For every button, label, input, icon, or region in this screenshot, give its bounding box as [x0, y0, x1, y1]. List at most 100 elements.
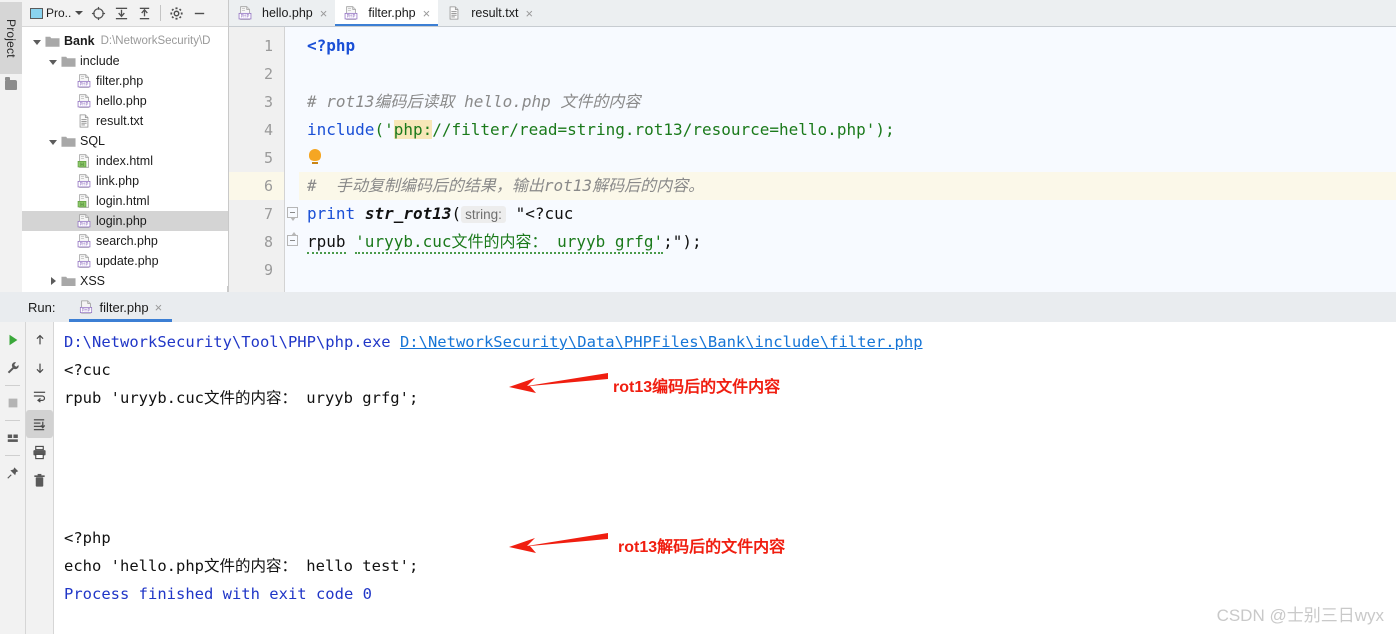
scroll-to-end-button[interactable] — [26, 410, 53, 438]
project-tool-tab[interactable]: Project — [0, 2, 22, 74]
settings-gear-icon[interactable] — [166, 3, 187, 24]
paren-close: ); — [875, 120, 895, 139]
twisty-expanded-icon[interactable] — [48, 56, 59, 67]
tree-item-sql[interactable]: SQL — [22, 131, 228, 151]
console-line-blank-4 — [64, 496, 1396, 524]
fold-marker-close[interactable] — [287, 232, 298, 246]
soft-wrap-button[interactable] — [26, 382, 53, 410]
tree-item-update-php[interactable]: PHP update.php — [22, 251, 228, 271]
line-number-3: 3 — [263, 93, 273, 111]
editor-tab-filter-php[interactable]: PHP filter.php × — [335, 0, 439, 26]
hide-panel-icon[interactable] — [189, 3, 210, 24]
edit-configurations-button[interactable] — [0, 354, 25, 382]
twisty-expanded-icon[interactable] — [32, 36, 43, 47]
code-line-4: include('php://filter/read=string.rot13/… — [299, 116, 1396, 144]
project-toolbar: Pro.. — [22, 0, 228, 27]
close-icon[interactable]: × — [155, 300, 163, 315]
php-file-icon: PHP — [344, 6, 359, 20]
svg-text:PHP: PHP — [80, 222, 89, 228]
console-line-command: D:\NetworkSecurity\Tool\PHP\php.exe D:\N… — [64, 328, 1396, 356]
code-text[interactable]: <?php # rot13编码后读取 hello.php 文件的内容 inclu… — [299, 27, 1396, 292]
fold-marker-open[interactable] — [287, 207, 298, 221]
console-file-link[interactable]: D:\NetworkSecurity\Data\PHPFiles\Bank\in… — [400, 333, 923, 351]
close-icon[interactable]: × — [423, 6, 431, 21]
run-tab-filter-php[interactable]: PHP filter.php × — [69, 292, 172, 322]
folder-icon — [45, 34, 60, 48]
project-tool-tab-label: Project — [4, 18, 18, 58]
code-line-1: <?php — [299, 32, 1396, 60]
console-line-6: Process finished with exit code 0 — [64, 585, 372, 603]
editor-tab-result-txt[interactable]: result.txt × — [438, 0, 541, 26]
print-button[interactable] — [26, 438, 53, 466]
svg-text:PHP: PHP — [80, 262, 89, 268]
editor-tab-hello-php[interactable]: PHP hello.php × — [229, 0, 335, 26]
twisty-expanded-icon[interactable] — [48, 136, 59, 147]
lightbulb-icon[interactable] — [309, 149, 321, 164]
close-icon[interactable]: × — [320, 6, 328, 21]
tree-item-link-php[interactable]: PHP link.php — [22, 171, 228, 191]
folder-icon — [5, 77, 17, 90]
line8-word: rpub — [307, 232, 346, 254]
php-file-icon: PHP — [80, 300, 93, 314]
php-scheme-highlight: php: — [393, 120, 433, 139]
run-header: Run: PHP filter.php × — [0, 292, 1396, 322]
console-output[interactable]: D:\NetworkSecurity\Tool\PHP\php.exe D:\N… — [54, 322, 1396, 634]
select-opened-file-icon[interactable] — [88, 3, 109, 24]
tree-item-login-html[interactable]: Hlogin.html — [22, 191, 228, 211]
line8-tail: ;"); — [663, 232, 702, 251]
tree-item-index-html[interactable]: Hindex.html — [22, 151, 228, 171]
tree-item-result-txt[interactable]: result.txt — [22, 111, 228, 131]
previous-occurrence-button[interactable] — [26, 326, 53, 354]
toolbar-divider — [5, 420, 20, 421]
left-tool-strip: Project — [0, 0, 23, 292]
php-file-icon: PHP — [77, 254, 92, 268]
php-file-icon: PHP — [238, 6, 253, 20]
svg-text:H: H — [80, 202, 84, 208]
tree-item-label: result.txt — [96, 114, 144, 128]
tree-item-login-php[interactable]: PHP login.php — [22, 211, 228, 231]
annotation-encoded: rot13编码后的文件内容 — [613, 379, 781, 396]
text-file-icon — [447, 6, 462, 20]
stop-button[interactable] — [0, 389, 25, 417]
code-line-3-comment: # rot13编码后读取 hello.php 文件的内容 — [307, 92, 641, 111]
run-tab-label: filter.php — [99, 299, 149, 315]
tree-item-label: link.php — [96, 174, 140, 188]
php-file-icon: PHP — [77, 74, 92, 88]
tree-item-bank[interactable]: Bank D:\NetworkSecurity\D — [22, 31, 228, 51]
collapse-all-icon[interactable] — [134, 3, 155, 24]
clear-all-button[interactable] — [26, 466, 53, 494]
project-view-selector[interactable]: Pro.. — [27, 5, 86, 21]
console-actions-toolbar — [26, 322, 54, 634]
code-editor[interactable]: 1 2 3 4 5 6 7 8 9 <?php # rot13编码后读取 hello.php 文… — [229, 27, 1396, 292]
print-keyword: print — [307, 204, 356, 223]
tree-item-label: filter.php — [96, 74, 144, 88]
close-icon[interactable]: × — [525, 6, 533, 21]
pin-tab-button[interactable] — [0, 459, 25, 487]
twisty-collapsed-icon[interactable] — [48, 276, 59, 287]
tree-item-include[interactable]: include — [22, 51, 228, 71]
rerun-button[interactable] — [0, 326, 25, 354]
code-folding-column[interactable] — [285, 27, 299, 292]
chevron-down-icon — [75, 11, 84, 15]
tree-item-hello-php[interactable]: PHP hello.php — [22, 91, 228, 111]
expand-all-icon[interactable] — [111, 3, 132, 24]
php-file-icon: PHP — [77, 174, 92, 188]
toolbar-divider — [5, 385, 20, 386]
run-tool-window: Run: PHP filter.php × D:\NetworkSecurity… — [0, 292, 1396, 634]
console-line-blank-3 — [64, 468, 1396, 496]
tree-item-search-php[interactable]: PHP search.php — [22, 231, 228, 251]
layout-settings-button[interactable] — [0, 424, 25, 452]
next-occurrence-button[interactable] — [26, 354, 53, 382]
tree-item-label: hello.php — [96, 94, 147, 108]
tree-item-filter-php[interactable]: PHP filter.php — [22, 71, 228, 91]
parameter-hint: string: — [461, 206, 506, 223]
line-number-4: 4 — [263, 121, 273, 139]
php-file-icon: PHP — [77, 94, 92, 108]
